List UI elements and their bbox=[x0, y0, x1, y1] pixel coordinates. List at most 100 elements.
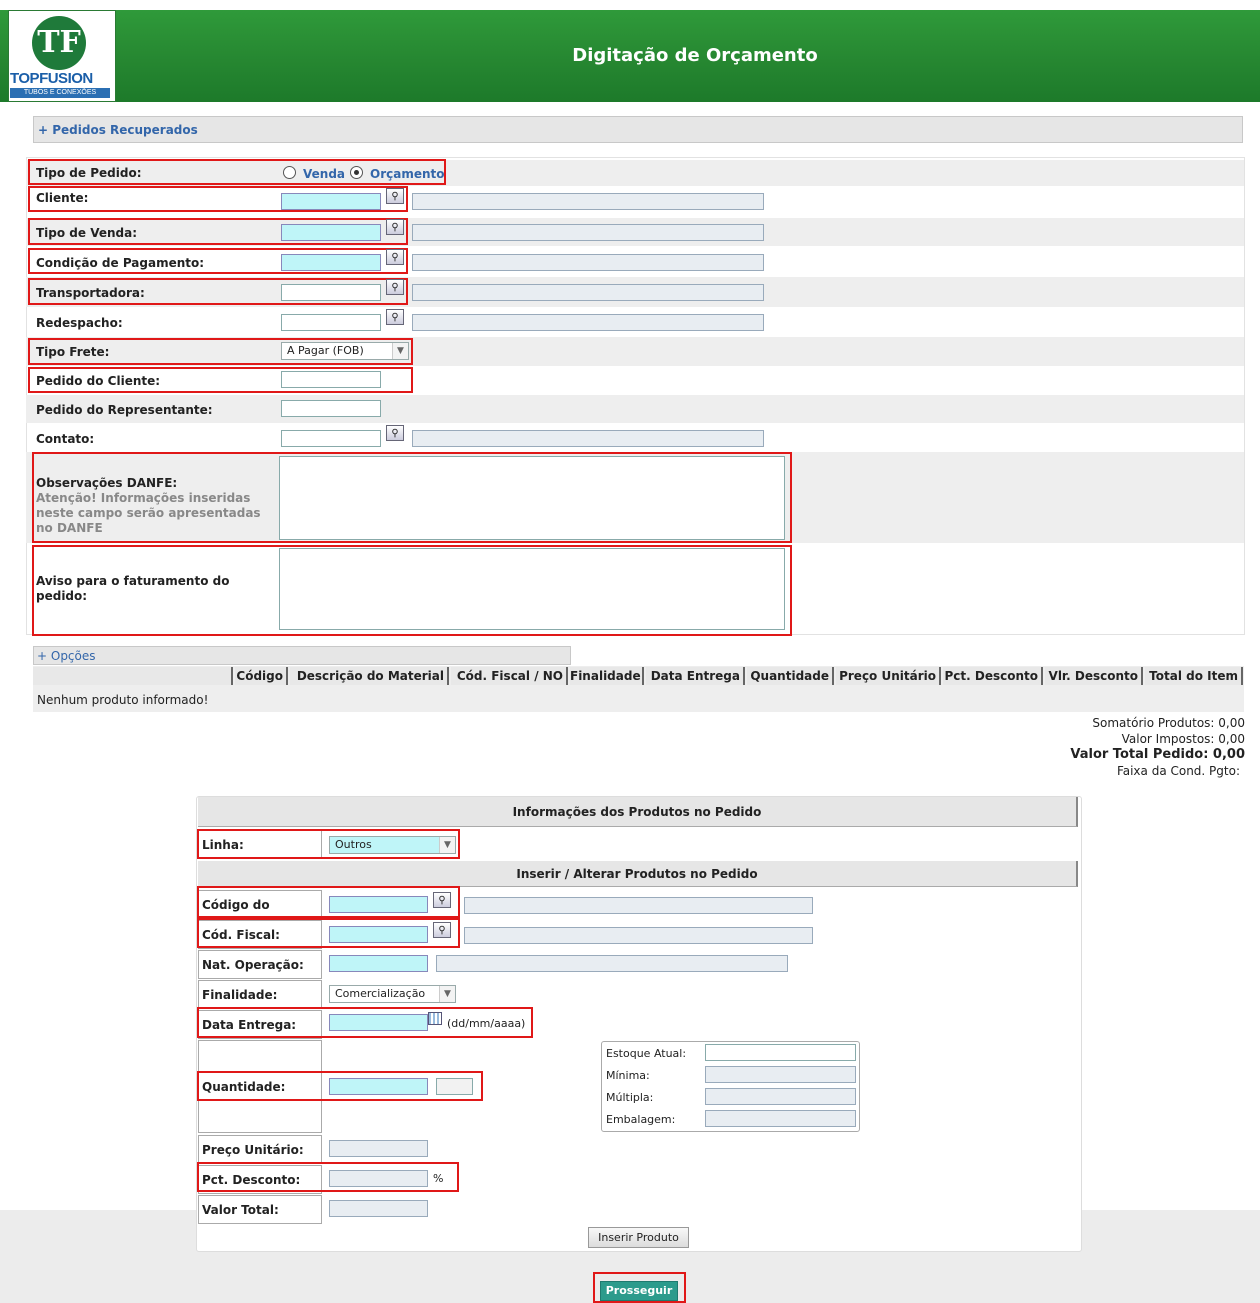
tipo-frete-value: A Pagar (FOB) bbox=[287, 344, 364, 357]
observacoes-label: Observações DANFE: bbox=[36, 476, 178, 490]
contato-label: Contato: bbox=[36, 432, 95, 446]
codigo-produto-input[interactable] bbox=[329, 896, 428, 913]
cliente-code-input[interactable] bbox=[281, 193, 381, 210]
chevron-down-icon: ▼ bbox=[392, 343, 408, 359]
col-finalidade: Finalidade bbox=[570, 667, 644, 685]
pedido-cliente-label: Pedido do Cliente: bbox=[36, 374, 161, 388]
multipla-field bbox=[705, 1088, 856, 1105]
pct-desconto-input[interactable] bbox=[329, 1170, 428, 1187]
embalagem-field bbox=[705, 1110, 856, 1127]
transportadora-search-icon[interactable]: ⚲ bbox=[386, 279, 404, 295]
embalagem-label: Embalagem: bbox=[606, 1113, 676, 1126]
produto-desc-field bbox=[464, 897, 813, 914]
transportadora-input[interactable] bbox=[281, 284, 381, 301]
condicao-desc-field bbox=[412, 254, 764, 271]
redespacho-desc-field bbox=[412, 314, 764, 331]
faixa-cond-pgto: Faixa da Cond. Pgto: bbox=[1116, 764, 1240, 778]
preco-unitario-label: Preço Unitário: bbox=[198, 1135, 322, 1164]
recovered-orders-link[interactable]: + Pedidos Recuperados bbox=[38, 123, 198, 137]
finalidade-select[interactable]: Comercialização ▼ bbox=[329, 985, 456, 1003]
contato-input[interactable] bbox=[281, 430, 381, 447]
linha-value: Outros bbox=[335, 838, 372, 851]
aviso-label: Aviso para o faturamento do pedido: bbox=[36, 574, 230, 603]
linha-select[interactable]: Outros ▼ bbox=[329, 836, 456, 854]
col-vlr-desconto: Vlr. Desconto bbox=[1045, 667, 1143, 685]
unidade-field bbox=[436, 1078, 473, 1095]
somatorio-produtos: Somatório Produtos: 0,00 bbox=[1092, 716, 1245, 730]
table-header-blank bbox=[33, 667, 233, 685]
pedido-rep-label: Pedido do Representante: bbox=[36, 403, 213, 417]
transportadora-label: Transportadora: bbox=[36, 286, 145, 300]
data-entrega-input[interactable] bbox=[329, 1014, 428, 1031]
multipla-label: Múltipla: bbox=[606, 1091, 654, 1104]
finalidade-value: Comercialização bbox=[335, 987, 426, 1000]
venda-radio-label[interactable]: Venda bbox=[303, 167, 345, 181]
cliente-search-icon[interactable]: ⚲ bbox=[386, 188, 404, 204]
redespacho-input[interactable] bbox=[281, 314, 381, 331]
condicao-input[interactable] bbox=[281, 254, 381, 271]
product-info-title: Informações dos Produtos no Pedido bbox=[198, 797, 1078, 827]
estoque-atual-label: Estoque Atual: bbox=[606, 1047, 687, 1060]
date-format-hint: (dd/mm/aaaa) bbox=[447, 1017, 526, 1030]
chevron-down-icon: ▼ bbox=[439, 986, 455, 1002]
tipo-venda-desc-field bbox=[412, 224, 764, 241]
orcamento-radio-label[interactable]: Orçamento bbox=[370, 167, 445, 181]
col-codigo: Código bbox=[235, 667, 288, 685]
nat-operacao-label: Nat. Operação: bbox=[198, 950, 322, 979]
valor-impostos: Valor Impostos: 0,00 bbox=[1121, 732, 1245, 746]
col-preco-unitario: Preço Unitário bbox=[836, 667, 941, 685]
nat-operacao-desc-field bbox=[436, 955, 788, 972]
tipo-venda-label: Tipo de Venda: bbox=[36, 226, 138, 240]
empty-table-message: Nenhum produto informado! bbox=[37, 693, 209, 707]
quantidade-input[interactable] bbox=[329, 1078, 428, 1095]
finalidade-label: Finalidade: bbox=[198, 980, 322, 1009]
contato-search-icon[interactable]: ⚲ bbox=[386, 425, 404, 441]
pedido-cliente-input[interactable] bbox=[281, 371, 381, 388]
recovered-orders-bar bbox=[33, 116, 1243, 143]
calendar-icon[interactable] bbox=[428, 1012, 442, 1025]
cod-fiscal-input[interactable] bbox=[329, 926, 428, 943]
valor-total-label: Valor Total: bbox=[198, 1195, 322, 1224]
col-descricao: Descrição do Material bbox=[290, 667, 449, 685]
preco-unitario-field bbox=[329, 1140, 428, 1157]
orcamento-radio[interactable] bbox=[350, 166, 363, 179]
condicao-search-icon[interactable]: ⚲ bbox=[386, 249, 404, 265]
redespacho-search-icon[interactable]: ⚲ bbox=[386, 309, 404, 325]
cod-fiscal-search-icon[interactable]: ⚲ bbox=[433, 922, 451, 938]
nat-operacao-input[interactable] bbox=[329, 955, 428, 972]
tipo-venda-input[interactable] bbox=[281, 224, 381, 241]
observacoes-textarea[interactable] bbox=[279, 456, 785, 540]
redespacho-label: Redespacho: bbox=[36, 316, 123, 330]
proceed-button[interactable]: Prosseguir bbox=[600, 1281, 678, 1301]
venda-radio[interactable] bbox=[283, 166, 296, 179]
minima-label: Mínima: bbox=[606, 1069, 650, 1082]
insert-product-button[interactable]: Inserir Produto bbox=[588, 1227, 689, 1248]
radio-selected-dot bbox=[354, 170, 359, 175]
contato-desc-field bbox=[412, 430, 764, 447]
col-total-item: Total do Item bbox=[1145, 667, 1243, 685]
cliente-label: Cliente: bbox=[36, 191, 89, 205]
cod-fiscal-desc-field bbox=[464, 927, 813, 944]
logo-name: TOPFUSION bbox=[10, 70, 93, 87]
col-cod-fiscal: Cód. Fiscal / NO bbox=[451, 667, 568, 685]
estoque-atual-field bbox=[705, 1044, 856, 1061]
totals-panel: Somatório Produtos: 0,00 Valor Impostos:… bbox=[940, 715, 1245, 779]
aviso-textarea[interactable] bbox=[279, 548, 785, 630]
options-link[interactable]: + Opções bbox=[37, 649, 96, 663]
condicao-label: Condição de Pagamento: bbox=[36, 256, 205, 270]
options-bar bbox=[33, 646, 571, 665]
minima-field bbox=[705, 1066, 856, 1083]
tipo-frete-select[interactable]: A Pagar (FOB) ▼ bbox=[281, 342, 409, 360]
col-pct-desconto: Pct. Desconto bbox=[943, 667, 1043, 685]
valor-total-field bbox=[329, 1200, 428, 1217]
logo-mark: TF bbox=[32, 16, 86, 70]
tipo-frete-label: Tipo Frete: bbox=[36, 345, 110, 359]
col-quantidade: Quantidade bbox=[747, 667, 834, 685]
page-title: Digitação de Orçamento bbox=[572, 45, 818, 66]
col-data-entrega: Data Entrega bbox=[646, 667, 745, 685]
tipo-venda-search-icon[interactable]: ⚲ bbox=[386, 219, 404, 235]
transportadora-desc-field bbox=[412, 284, 764, 301]
codigo-produto-search-icon[interactable]: ⚲ bbox=[433, 892, 451, 908]
pedido-rep-input[interactable] bbox=[281, 400, 381, 417]
chevron-down-icon: ▼ bbox=[439, 837, 455, 853]
